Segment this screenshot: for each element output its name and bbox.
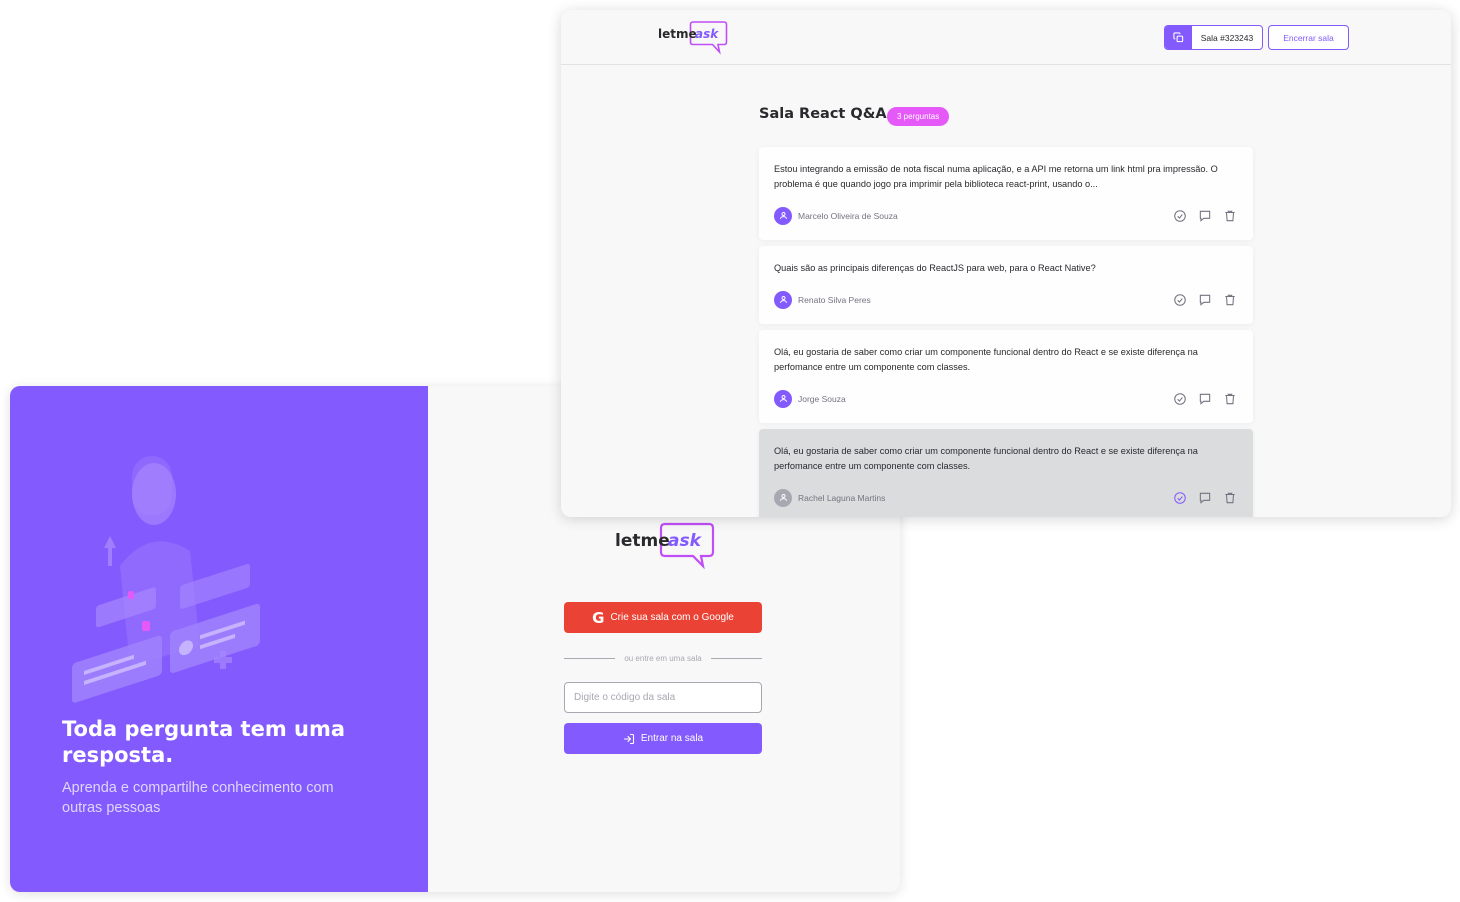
logo-letme-small: letme [658,27,697,41]
room-window: letme ask Sala #323243 Encerrar sala Sal… [561,10,1451,517]
google-create-room-button[interactable]: G Crie sua sala com o Google [564,602,762,633]
logo-ask-small: ask [695,27,719,41]
author-name: Renato Silva Peres [798,294,871,305]
question-footer: Jorge Souza [774,389,1238,408]
question-author: Marcelo Oliveira de Souza [774,206,898,225]
question-actions [1172,292,1238,308]
enter-button-label: Entrar na sala [640,733,704,744]
room-header: letme ask Sala #323243 Encerrar sala [561,10,1451,65]
user-avatar-icon [774,488,792,507]
question-text: Quais são as principais diferenças do Re… [774,263,1096,273]
trash-icon[interactable] [1222,208,1238,224]
answer-icon[interactable] [1197,208,1213,224]
answer-icon[interactable] [1197,490,1213,506]
user-avatar-icon [774,389,792,408]
trash-icon[interactable] [1222,292,1238,308]
question-actions [1172,208,1238,224]
check-icon[interactable] [1172,391,1188,407]
question-actions [1172,391,1238,407]
check-icon[interactable] [1172,208,1188,224]
question-text: Estou integrando a emissão de nota fisca… [774,164,1218,189]
user-avatar-icon [774,206,792,225]
question-author: Jorge Souza [774,389,846,408]
separator-line-left [564,657,616,659]
question-text: Olá, eu gostaria de saber como criar um … [774,446,1198,471]
room-code-button[interactable]: Sala #323243 [1164,25,1263,50]
question-footer: Renato Silva Peres [774,290,1238,309]
illustration-image [72,456,260,703]
trash-icon[interactable] [1222,490,1238,506]
logo-ask: ask [668,531,703,551]
author-name: Jorge Souza [798,393,846,404]
question-actions [1172,490,1238,506]
question-card: Olá, eu gostaria de saber como criar um … [759,330,1253,423]
answer-icon[interactable] [1197,292,1213,308]
question-count-badge: 3 perguntas [887,107,950,126]
question-card-highlighted: Olá, eu gostaria de saber como criar um … [759,429,1253,517]
separator: ou entre em uma sala [564,652,762,664]
question-author: Rachel Laguna Martins [774,488,886,507]
room-title: Sala React Q&A [759,106,887,122]
close-room-button[interactable]: Encerrar sala [1268,25,1349,50]
letmeask-logo: letme ask [615,522,715,575]
logo-letme: letme [615,531,670,551]
check-icon[interactable] [1172,490,1188,506]
separator-line-right [710,657,762,659]
letmeask-logo-small: letme ask [658,21,728,60]
log-in-icon [623,733,634,744]
question-card: Quais são as principais diferenças do Re… [759,246,1253,324]
question-footer: Marcelo Oliveira de Souza [774,206,1238,225]
room-code-input[interactable] [564,682,762,713]
author-name: Rachel Laguna Martins [798,492,886,503]
aside-title: Toda pergunta tem uma resposta. [62,717,346,767]
enter-room-button[interactable]: Entrar na sala [564,723,762,754]
question-footer: Rachel Laguna Martins [774,488,1238,507]
question-author: Renato Silva Peres [774,290,871,309]
question-text: Olá, eu gostaria de saber como criar um … [774,347,1198,372]
google-button-label: Crie sua sala com o Google [610,612,734,623]
check-icon[interactable] [1172,292,1188,308]
aside-subtitle: Aprenda e compartilhe conhecimento com o… [62,780,334,816]
user-avatar-icon [774,290,792,309]
room-code-text: Sala #323243 [1200,32,1254,43]
google-icon: G [592,608,605,627]
question-card: Estou integrando a emissão de nota fisca… [759,147,1253,240]
trash-icon[interactable] [1222,391,1238,407]
separator-text: ou entre em uma sala [624,653,702,663]
answer-icon[interactable] [1197,391,1213,407]
copy-icon [1165,26,1192,49]
login-aside: Toda pergunta tem uma resposta. Aprenda … [10,386,428,892]
author-name: Marcelo Oliveira de Souza [798,210,898,221]
